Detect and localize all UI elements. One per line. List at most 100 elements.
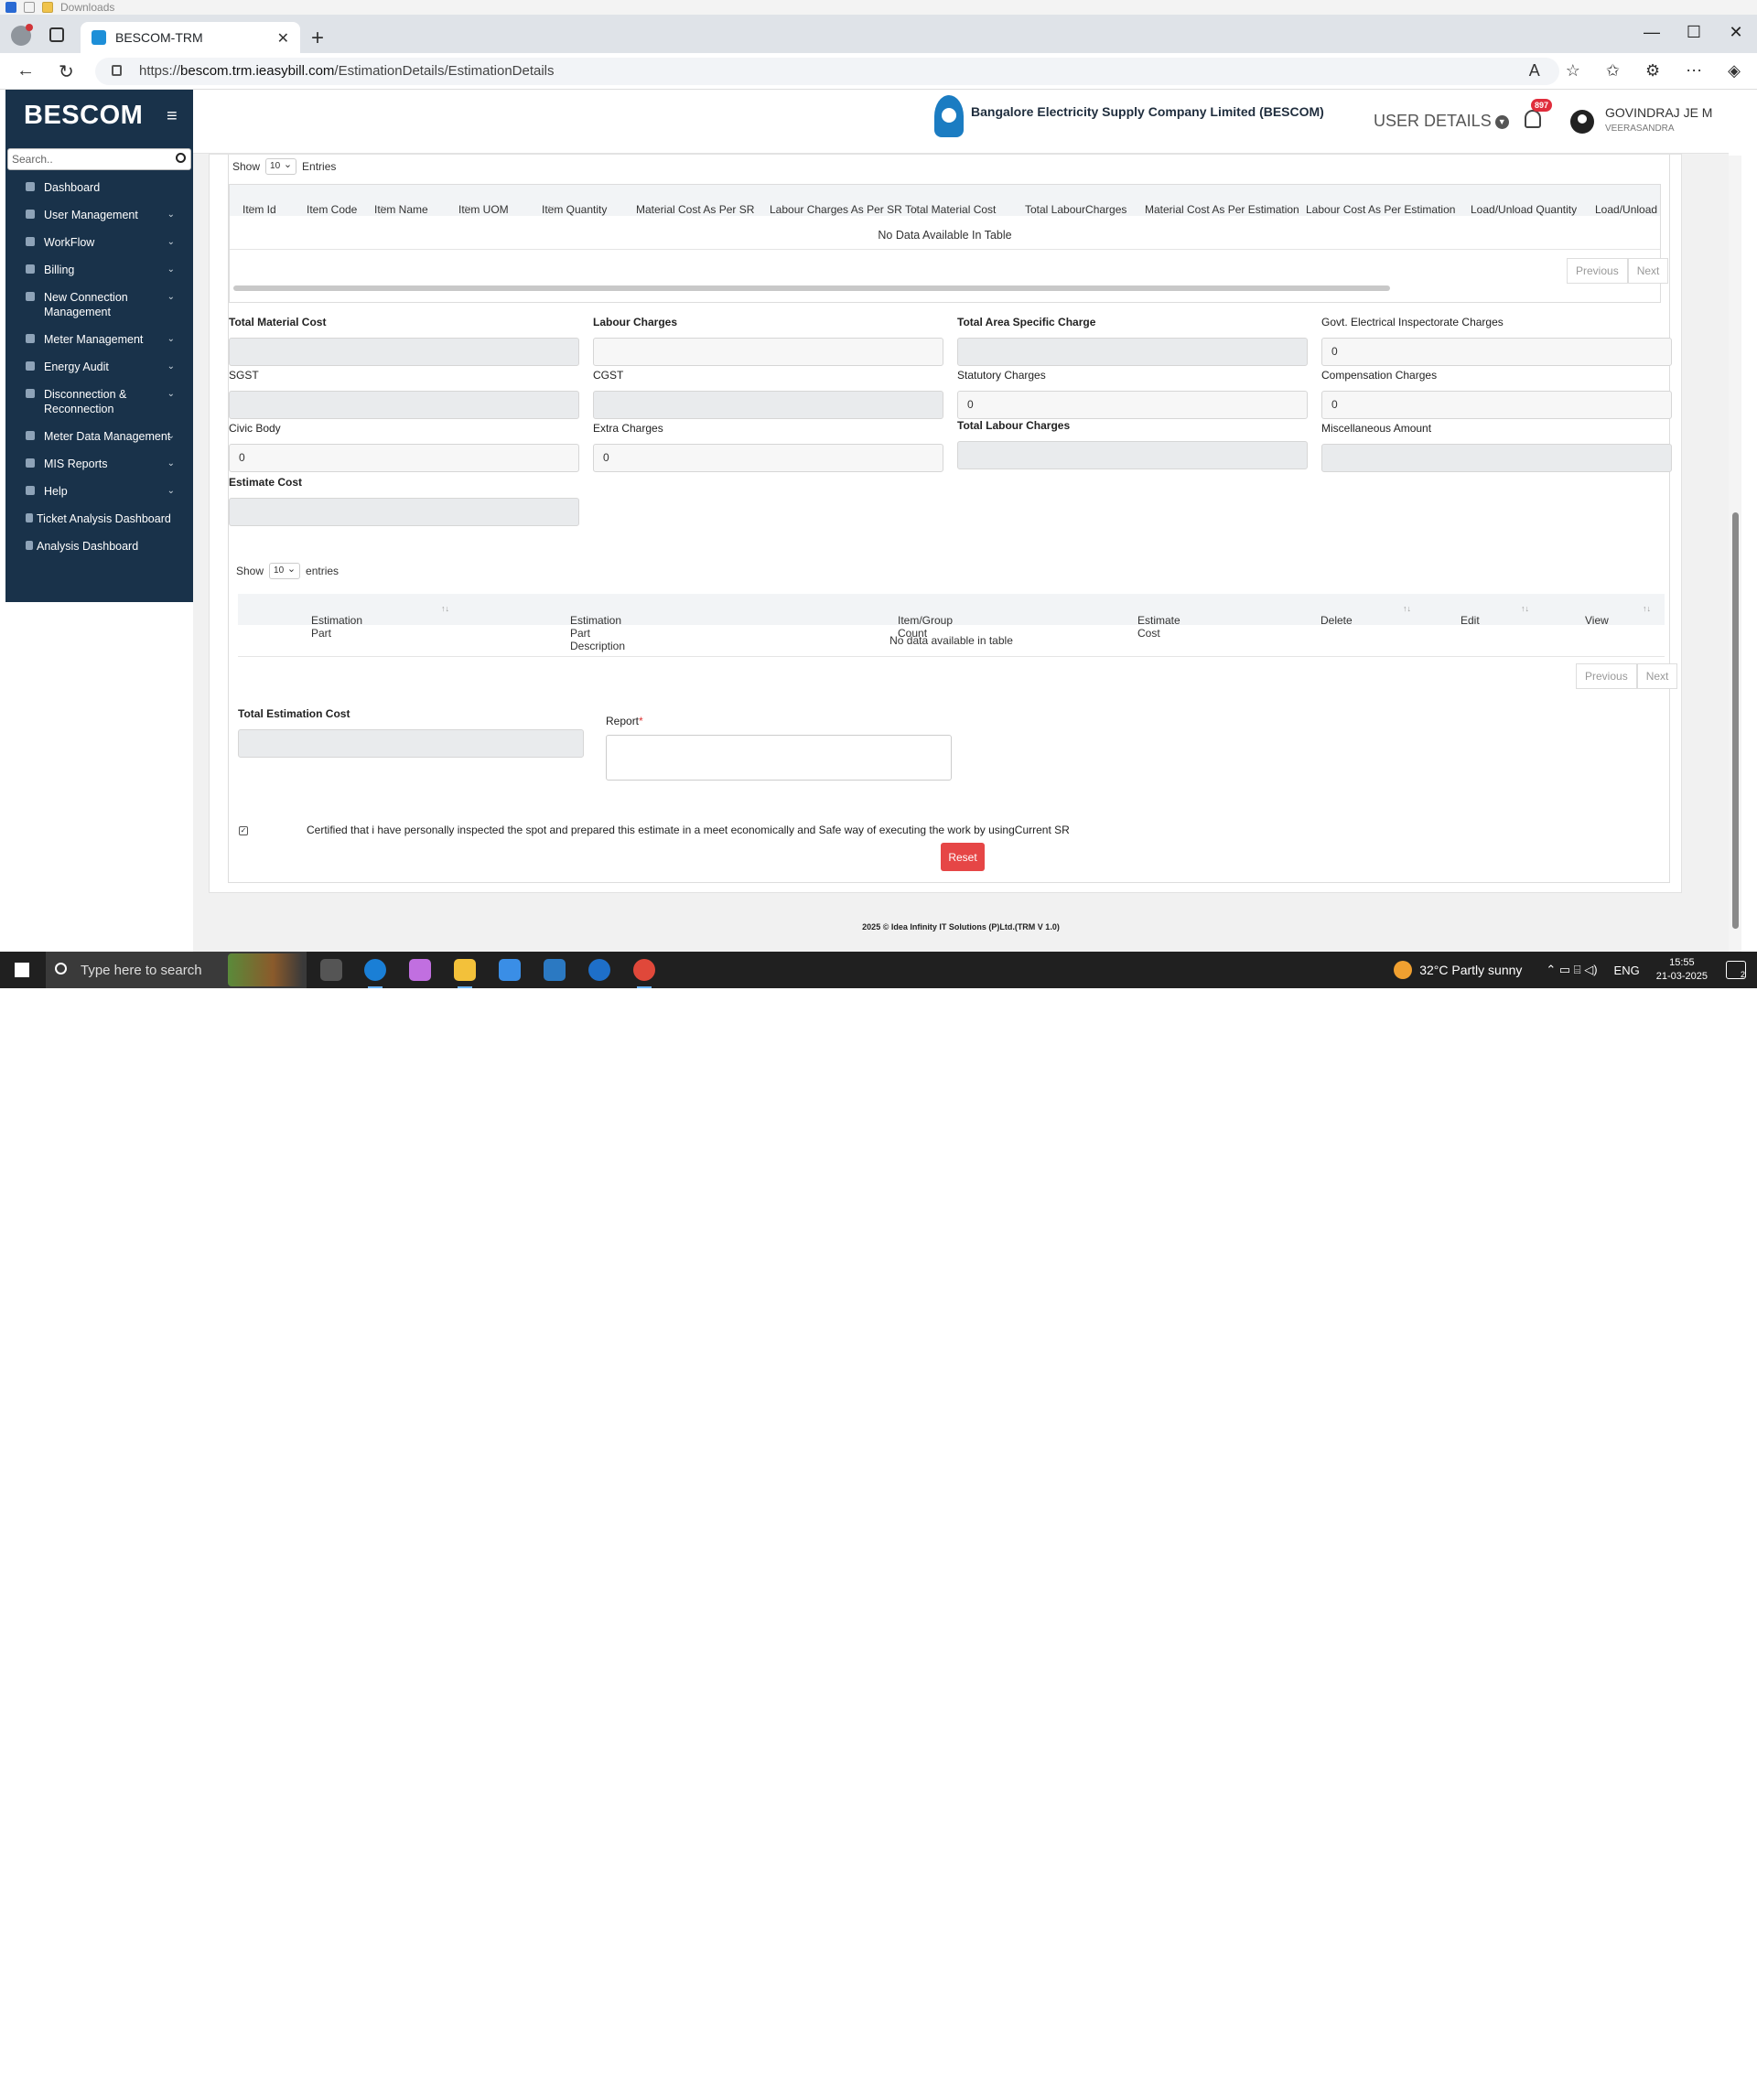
miscellaneous-amount-field: Miscellaneous Amount — [1321, 422, 1672, 472]
refresh-icon[interactable]: ↻ — [59, 60, 74, 83]
notification-center-icon[interactable]: 2 — [1726, 961, 1746, 979]
document-icon[interactable] — [24, 2, 35, 13]
task-view-icon[interactable] — [320, 959, 342, 981]
clock[interactable]: 15:55 21-03-2025 — [1656, 956, 1708, 984]
more-menu-icon[interactable]: ⋯ — [1686, 61, 1702, 81]
report-textarea[interactable] — [606, 735, 952, 781]
sort-icon: ↑↓ — [1521, 604, 1529, 613]
sidebar-item-billing[interactable]: Billing ⌄ — [5, 256, 193, 284]
next-button[interactable]: Next — [1636, 663, 1678, 689]
govt-electrical-inspectorate-input[interactable]: 0 — [1321, 338, 1672, 366]
sidebar-panel: BESCOM ≡ Search.. Dashboard User Managem… — [5, 90, 193, 602]
sidebar-item-workflow[interactable]: WorkFlow ⌄ — [5, 229, 193, 256]
clock-date: 21-03-2025 — [1655, 971, 1708, 982]
weather-widget[interactable]: 32°C Partly sunny — [1394, 961, 1522, 979]
close-window-icon[interactable]: ✕ — [1715, 15, 1757, 53]
internet-explorer-icon[interactable] — [588, 959, 610, 981]
profile-avatar-icon[interactable] — [11, 24, 33, 46]
avatar[interactable] — [1570, 110, 1594, 134]
copilot-icon[interactable]: ◈ — [1728, 61, 1741, 81]
parts-table-header: Estimation Part ↑↓ Estimation Part Descr… — [238, 594, 1665, 652]
entries-label: entries — [306, 565, 340, 577]
chrome-icon[interactable] — [633, 959, 655, 988]
windows-start-icon[interactable] — [15, 963, 29, 977]
estimate-cost-input[interactable] — [229, 498, 579, 526]
statutory-charges-input[interactable]: 0 — [957, 391, 1308, 419]
compensation-charges-input[interactable]: 0 — [1321, 391, 1672, 419]
url-scheme: https:// — [139, 63, 181, 79]
notification-badge[interactable]: 897 — [1531, 99, 1553, 112]
sort-icon: ↑↓ — [441, 604, 449, 613]
user-details-dropdown[interactable]: USER DETAILS ▼ — [1374, 112, 1509, 131]
brand-logo[interactable]: BESCOM — [24, 101, 143, 131]
store-icon[interactable] — [499, 959, 521, 981]
reset-button[interactable]: Reset — [941, 843, 985, 871]
sidebar-item-dashboard[interactable]: Dashboard — [5, 174, 193, 201]
page-scrollbar[interactable] — [1729, 156, 1741, 952]
sidebar-item-ticket-analysis[interactable]: Ticket Analysis Dashboard — [5, 505, 193, 533]
url-field[interactable]: https://bescom.trm.ieasybill.com/Estimat… — [95, 58, 1559, 85]
next-button[interactable]: Next — [1627, 258, 1669, 284]
sgst-input[interactable] — [229, 391, 579, 419]
sidebar-item-help[interactable]: Help ⌄ — [5, 478, 193, 505]
favorite-star-icon[interactable]: ☆ — [1566, 61, 1580, 81]
taskbar-search[interactable]: Type here to search — [46, 952, 307, 988]
line-chart-icon — [26, 541, 33, 550]
sidebar-item-mis-reports[interactable]: MIS Reports ⌄ — [5, 450, 193, 478]
total-estimation-cost-input[interactable] — [238, 729, 584, 758]
extensions-icon[interactable]: ⚙ — [1645, 61, 1660, 81]
sidebar-item-energy-audit[interactable]: Energy Audit ⌄ — [5, 353, 193, 381]
sidebar-item-disconnection[interactable]: Disconnection & Reconnection ⌄ — [5, 381, 193, 423]
footer-copyright: 2025 © Idea Infinity IT Solutions (P)Ltd… — [193, 915, 1729, 952]
total-material-cost-input[interactable] — [229, 338, 579, 366]
items-page-size-select[interactable]: 10 — [265, 157, 297, 175]
hamburger-icon[interactable]: ≡ — [167, 106, 178, 127]
civic-body-input[interactable]: 0 — [229, 444, 579, 472]
horizontal-scrollbar[interactable] — [233, 285, 1390, 291]
bell-icon[interactable] — [1525, 110, 1541, 128]
downloads-label: Downloads — [60, 1, 115, 14]
sidebar-search-input[interactable]: Search.. — [7, 148, 191, 170]
app: BESCOM ≡ Search.. Dashboard User Managem… — [5, 90, 1729, 952]
chevron-down-icon: ⌄ — [167, 292, 175, 302]
browser-tab[interactable]: BESCOM-TRM ✕ — [81, 22, 300, 53]
close-tab-icon[interactable]: ✕ — [277, 29, 289, 48]
copilot-app-icon[interactable] — [409, 959, 431, 981]
read-aloud-icon[interactable]: A — [1529, 61, 1540, 81]
edge-icon[interactable] — [364, 959, 386, 988]
certification-checkbox[interactable]: ✓ — [239, 826, 248, 835]
previous-button[interactable]: Previous — [1567, 258, 1628, 284]
tray-icons[interactable]: ⌃ ▭ ⌸ ◁) — [1546, 963, 1597, 977]
sidebar-item-new-connection[interactable]: New Connection Management ⌄ — [5, 284, 193, 326]
search-icon[interactable] — [176, 153, 186, 163]
maximize-icon[interactable]: ☐ — [1673, 15, 1715, 53]
download-icon[interactable] — [5, 2, 16, 13]
app-icon[interactable] — [544, 959, 566, 981]
folder-icon[interactable] — [42, 2, 53, 13]
sidebar-item-label: Ticket Analysis Dashboard — [37, 512, 171, 525]
total-area-specific-charge-input[interactable] — [957, 338, 1308, 366]
extra-charges-input[interactable]: 0 — [593, 444, 943, 472]
favorites-icon[interactable]: ✩ — [1606, 61, 1620, 81]
file-explorer-icon[interactable] — [454, 959, 476, 988]
back-icon[interactable]: ← — [16, 60, 35, 81]
total-labour-charges-input[interactable] — [957, 441, 1308, 469]
labour-charges-input[interactable] — [593, 338, 943, 366]
parts-length-control: Show 10 entries — [236, 562, 340, 579]
language-indicator[interactable]: ENG — [1614, 964, 1640, 977]
col-label: Edit — [1461, 614, 1480, 627]
new-tab-button[interactable]: + — [311, 27, 324, 49]
cgst-input[interactable] — [593, 391, 943, 419]
sidebar-item-meter-data-management[interactable]: Meter Data Management ⌄ — [5, 423, 193, 450]
tab-actions-icon[interactable] — [49, 27, 64, 42]
scrollbar-thumb[interactable] — [1732, 512, 1739, 929]
previous-button[interactable]: Previous — [1576, 663, 1637, 689]
parts-page-size-select[interactable]: 10 — [269, 562, 301, 579]
lock-icon[interactable] — [112, 65, 122, 76]
sidebar-item-meter-management[interactable]: Meter Management ⌄ — [5, 326, 193, 353]
sidebar-item-user-management[interactable]: User Management ⌄ — [5, 201, 193, 229]
weather-text: 32°C Partly sunny — [1419, 963, 1523, 977]
minimize-icon[interactable]: — — [1631, 15, 1673, 53]
sidebar-item-analysis-dashboard[interactable]: Analysis Dashboard — [5, 533, 193, 560]
miscellaneous-amount-input[interactable] — [1321, 444, 1672, 472]
